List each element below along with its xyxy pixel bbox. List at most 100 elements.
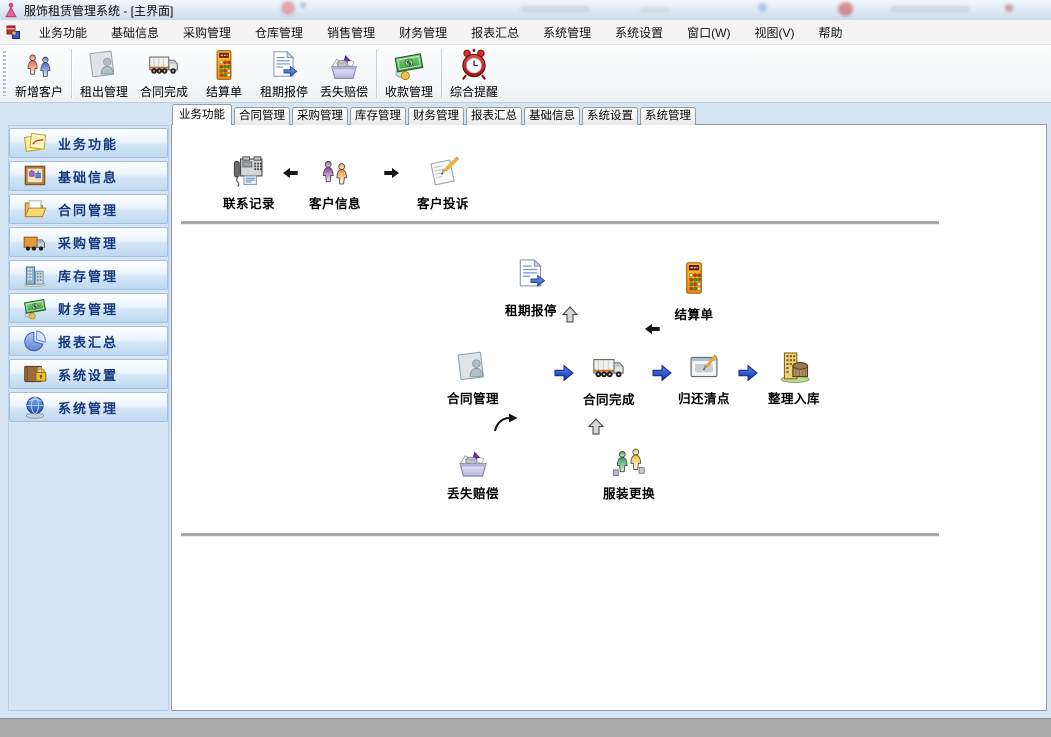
loss-compensation-button[interactable]: 丢失赔偿 bbox=[314, 45, 374, 102]
delivery-truck-icon bbox=[591, 350, 627, 386]
menu-item-window[interactable]: 窗口(W) bbox=[675, 20, 742, 45]
sidebar-item-system-settings[interactable]: 系统设置 bbox=[9, 359, 168, 389]
toolbar-button-label: 合同完成 bbox=[140, 83, 188, 100]
money-icon bbox=[22, 295, 48, 321]
purchase-truck-icon bbox=[22, 229, 48, 255]
arrow-right-icon bbox=[384, 167, 400, 179]
toolbar-button-label: 综合提醒 bbox=[450, 83, 498, 100]
workflow-canvas: 联系记录 客户信息 客户投诉 租期报停 结算单 合同管理 bbox=[171, 124, 1047, 711]
node-contract-mgmt[interactable]: 合同管理 bbox=[431, 349, 515, 407]
node-label: 租期报停 bbox=[505, 300, 557, 319]
window-title: 服饰租赁管理系统 - [主界面] bbox=[24, 2, 173, 19]
tab-system-settings[interactable]: 系统设置 bbox=[582, 107, 638, 125]
menu-item-help[interactable]: 帮助 bbox=[806, 20, 854, 45]
menu-item-reports[interactable]: 报表汇总 bbox=[459, 20, 531, 45]
toolbar-button-label: 收款管理 bbox=[385, 83, 433, 100]
node-return-check[interactable]: 归还清点 bbox=[662, 349, 746, 407]
node-label: 整理入库 bbox=[768, 388, 820, 407]
menu-item-purchase[interactable]: 采购管理 bbox=[171, 20, 243, 45]
sidebar-item-inventory[interactable]: 库存管理 bbox=[9, 260, 168, 290]
tab-base-info[interactable]: 基础信息 bbox=[524, 107, 580, 125]
node-settlement[interactable]: 结算单 bbox=[652, 260, 736, 323]
menu-item-view[interactable]: 视图(V) bbox=[742, 20, 806, 45]
sidebar-item-label: 采购管理 bbox=[58, 233, 118, 252]
new-customer-button[interactable]: 新增客户 bbox=[9, 45, 69, 102]
main-panel: 业务功能 合同管理 采购管理 库存管理 财务管理 报表汇总 基础信息 系统设置 … bbox=[171, 105, 1047, 711]
menu-item-system-settings[interactable]: 系统设置 bbox=[603, 20, 675, 45]
toolbar-grip[interactable] bbox=[3, 51, 6, 96]
node-restock[interactable]: 整理入库 bbox=[752, 349, 836, 407]
tab-inventory[interactable]: 库存管理 bbox=[350, 107, 406, 125]
document-arrow-icon bbox=[513, 256, 549, 292]
node-clothes-swap[interactable]: 服装更换 bbox=[587, 444, 671, 502]
node-label: 服装更换 bbox=[603, 483, 655, 502]
tab-finance[interactable]: 财务管理 bbox=[408, 107, 464, 125]
titlebar-glass-blob bbox=[1005, 4, 1013, 12]
delivery-truck-icon bbox=[147, 48, 181, 82]
sidebar-item-reports[interactable]: 报表汇总 bbox=[9, 326, 168, 356]
menu-item-business[interactable]: 业务功能 bbox=[27, 20, 99, 45]
sidebar-item-contract[interactable]: 合同管理 bbox=[9, 194, 168, 224]
application-window: { "window": { "title": "服饰租赁管理系统 - [主界面]… bbox=[0, 0, 1051, 736]
sidebar-item-finance[interactable]: 财务管理 bbox=[9, 293, 168, 323]
tab-contract[interactable]: 合同管理 bbox=[234, 107, 290, 125]
arrow-left-icon bbox=[644, 323, 660, 335]
rental-stop-button[interactable]: 租期报停 bbox=[254, 45, 314, 102]
money-icon bbox=[392, 48, 426, 82]
bulletin-board-icon bbox=[22, 163, 48, 189]
menu-bar: 业务功能 基础信息 采购管理 仓库管理 销售管理 财务管理 报表汇总 系统管理 … bbox=[0, 20, 1051, 45]
node-label: 联系记录 bbox=[223, 193, 275, 212]
arrow-up-icon bbox=[588, 418, 604, 435]
settlement-button[interactable]: 结算单 bbox=[194, 45, 254, 102]
node-customer-info[interactable]: 客户信息 bbox=[293, 154, 377, 212]
node-label: 合同管理 bbox=[447, 388, 499, 407]
node-label: 合同完成 bbox=[583, 389, 635, 408]
sidebar-item-label: 系统管理 bbox=[58, 398, 118, 417]
node-loss-compensation[interactable]: 丢失赔偿 bbox=[431, 444, 515, 502]
titlebar-glass-blob bbox=[640, 7, 670, 13]
tab-purchase[interactable]: 采购管理 bbox=[292, 107, 348, 125]
node-contact-records[interactable]: 联系记录 bbox=[207, 154, 291, 212]
sidebar-item-label: 财务管理 bbox=[58, 299, 118, 318]
sidebar-item-purchase[interactable]: 采购管理 bbox=[9, 227, 168, 257]
node-contract-complete[interactable]: 合同完成 bbox=[567, 350, 651, 408]
tab-bar: 业务功能 合同管理 采购管理 库存管理 财务管理 报表汇总 基础信息 系统设置 … bbox=[172, 105, 698, 125]
sidebar-item-business[interactable]: 业务功能 bbox=[9, 128, 168, 158]
tab-reports[interactable]: 报表汇总 bbox=[466, 107, 522, 125]
sidebar-item-system-mgmt[interactable]: 系统管理 bbox=[9, 392, 168, 422]
complaint-note-icon bbox=[425, 154, 461, 190]
sidebar-item-label: 库存管理 bbox=[58, 266, 118, 285]
node-rental-stop[interactable]: 租期报停 bbox=[489, 256, 573, 319]
section-divider bbox=[181, 221, 939, 225]
contract-complete-button[interactable]: 合同完成 bbox=[134, 45, 194, 102]
taskbar-strip bbox=[0, 718, 1051, 737]
node-label: 结算单 bbox=[674, 304, 713, 323]
fax-phone-icon bbox=[231, 154, 267, 190]
clothes-swap-icon bbox=[611, 444, 647, 480]
tab-business[interactable]: 业务功能 bbox=[172, 104, 232, 125]
rent-out-document-icon bbox=[87, 48, 121, 82]
reminder-button[interactable]: 综合提醒 bbox=[444, 45, 504, 102]
alarm-clock-icon bbox=[457, 48, 491, 82]
titlebar: 服饰租赁管理系统 - [主界面] bbox=[0, 0, 1051, 21]
section-divider bbox=[181, 533, 939, 537]
rent-out-button[interactable]: 租出管理 bbox=[74, 45, 134, 102]
toolbar-button-label: 租期报停 bbox=[260, 83, 308, 100]
loss-box-icon bbox=[327, 48, 361, 82]
node-customer-complaint[interactable]: 客户投诉 bbox=[401, 154, 485, 212]
globe-icon bbox=[22, 394, 48, 420]
node-label: 归还清点 bbox=[678, 388, 730, 407]
loss-box-icon bbox=[455, 444, 491, 480]
customers-icon bbox=[317, 154, 353, 190]
titlebar-glass-blob bbox=[520, 6, 590, 13]
sidebar-item-label: 系统设置 bbox=[58, 365, 118, 384]
payment-collection-button[interactable]: 收款管理 bbox=[379, 45, 439, 102]
menu-item-system-mgmt[interactable]: 系统管理 bbox=[531, 20, 603, 45]
calculator-icon bbox=[207, 48, 241, 82]
menu-item-warehouse[interactable]: 仓库管理 bbox=[243, 20, 315, 45]
sidebar-item-base-info[interactable]: 基础信息 bbox=[9, 161, 168, 191]
tab-system-mgmt[interactable]: 系统管理 bbox=[640, 107, 696, 125]
menu-item-base-info[interactable]: 基础信息 bbox=[99, 20, 171, 45]
menu-item-finance[interactable]: 财务管理 bbox=[387, 20, 459, 45]
menu-item-sales[interactable]: 销售管理 bbox=[315, 20, 387, 45]
